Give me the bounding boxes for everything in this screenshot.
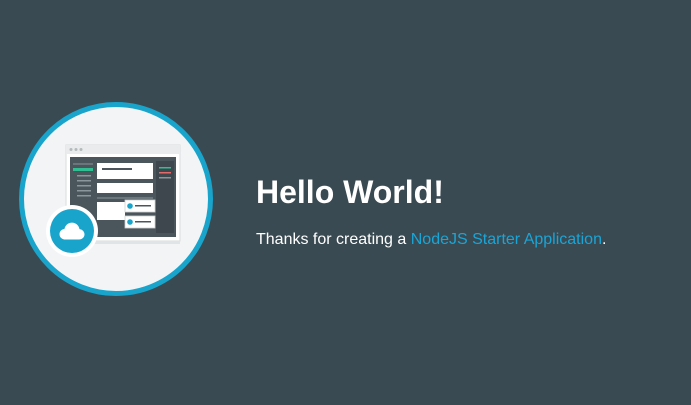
page-title: Hello World! [256, 174, 444, 210]
cloud-badge [46, 205, 98, 257]
intro-prefix: Thanks for creating a [256, 231, 411, 248]
hero-illustration-badge [19, 102, 213, 296]
app-window-illustration-icon [65, 144, 181, 244]
intro-suffix: . [601, 231, 607, 248]
intro-text: Thanks for creating a NodeJS Starter App… [256, 230, 676, 250]
nodejs-starter-link[interactable]: NodeJS Starter Application [411, 231, 602, 248]
cloud-icon [59, 222, 85, 240]
main-content: Hello World! Thanks for creating a NodeJ… [256, 173, 676, 250]
